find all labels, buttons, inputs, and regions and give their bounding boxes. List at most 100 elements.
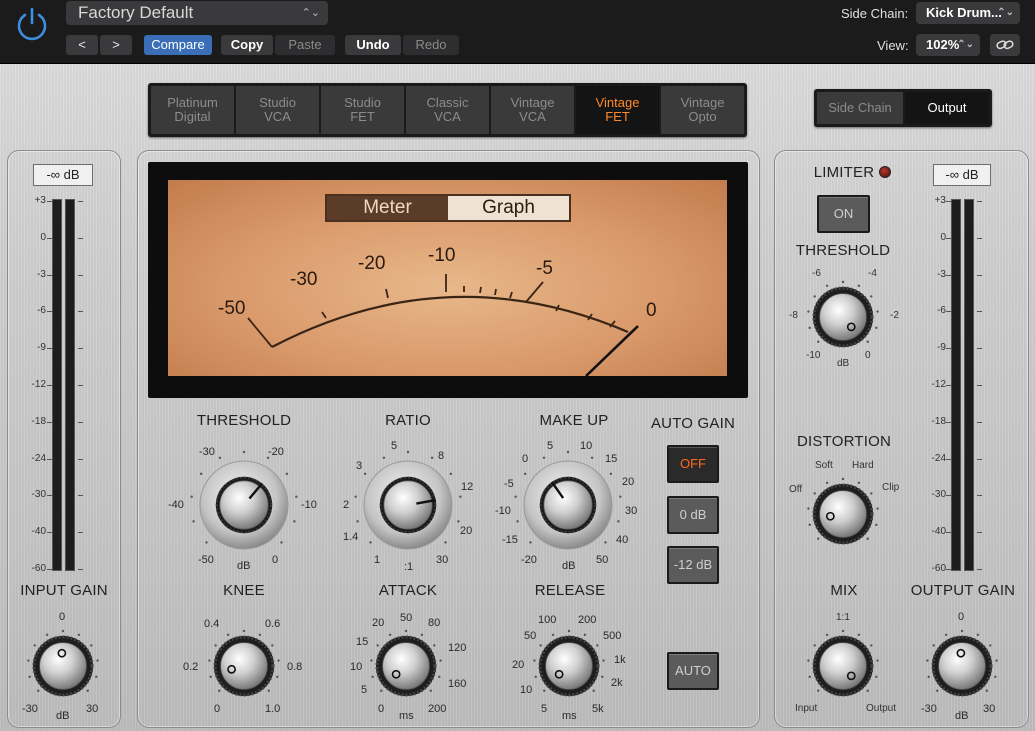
auto-gain-off-button[interactable]: OFF xyxy=(667,445,719,483)
output-meter-scale-tick xyxy=(977,421,982,423)
output-meter-scale-tick xyxy=(977,348,982,350)
auto-gain-minus12-button[interactable]: -12 dB xyxy=(667,546,719,584)
output-gain-knob[interactable] xyxy=(924,628,1000,704)
meter-mode-button[interactable]: Meter xyxy=(327,196,448,220)
threshold-knob[interactable] xyxy=(188,449,300,561)
input-meter-scale-tick xyxy=(78,274,83,276)
knob-tick-label: -6 xyxy=(812,268,821,279)
output-meter-scale-label: -24 xyxy=(931,452,946,464)
output-level-readout: -∞ dB xyxy=(933,164,991,186)
knob-tick-label: ms xyxy=(562,710,577,722)
knob-tick-label: -8 xyxy=(789,310,798,321)
vu-scale-label: -10 xyxy=(428,245,456,266)
output-meter-scale-label: +3 xyxy=(934,195,946,206)
input-meter-scale-tick xyxy=(78,458,83,460)
input-meter-scale-tick xyxy=(78,237,83,239)
knob-tick-label: -10 xyxy=(301,499,317,511)
chevron-updown-icon: ⌃⌄ xyxy=(997,7,1014,18)
knob-tick-label: 10 xyxy=(350,661,363,673)
knob-tick-label: Soft xyxy=(815,460,833,471)
meter-source-output[interactable]: Output xyxy=(905,92,989,124)
circuit-type-vintage-fet[interactable]: Vintage FET xyxy=(576,86,659,134)
limiter-led xyxy=(879,166,891,178)
circuit-type-studio-fet[interactable]: Studio FET xyxy=(321,86,404,134)
distortion-knob[interactable] xyxy=(805,476,881,552)
undo-button[interactable]: Undo xyxy=(345,35,401,55)
graph-mode-button[interactable]: Graph xyxy=(448,196,569,220)
output-gain-label: OUTPUT GAIN xyxy=(910,582,1016,599)
chevron-updown-icon: ⌃⌄ xyxy=(301,7,320,19)
output-meter-scale-tick xyxy=(977,495,982,497)
knob-tick-label: Output xyxy=(866,703,897,714)
output-meter-scale-tick xyxy=(977,237,982,239)
knob-tick-label: 50 xyxy=(400,612,413,624)
input-meter-left xyxy=(52,199,62,571)
link-button[interactable] xyxy=(990,34,1020,56)
output-meter-scale-label: -18 xyxy=(931,415,946,427)
output-meter-scale-tick xyxy=(977,201,982,202)
knob-tick-label: 1k xyxy=(614,654,626,666)
circuit-type-vintage-opto[interactable]: Vintage Opto xyxy=(661,86,744,134)
knee-knob[interactable] xyxy=(206,628,282,704)
knob-tick-label: 0 xyxy=(214,703,221,715)
previous-preset-button[interactable]: < xyxy=(66,35,98,55)
meter-source-side-chain[interactable]: Side Chain xyxy=(817,92,903,124)
side-chain-value: Kick Drum... xyxy=(926,5,1002,20)
knob-tick-label: 20 xyxy=(512,659,525,671)
release-knob[interactable] xyxy=(531,628,607,704)
knob-tick-label: 1.0 xyxy=(265,703,281,715)
input-meter-scale-tick xyxy=(78,201,83,202)
limiter-threshold-knob[interactable] xyxy=(805,279,881,355)
ratio-knob[interactable] xyxy=(352,449,464,561)
meter-graph-toggle: Meter Graph xyxy=(325,194,571,222)
limiter-on-button[interactable]: ON xyxy=(817,195,870,233)
view-zoom-select[interactable]: 102% ⌃⌄ xyxy=(916,34,980,56)
auto-release-button[interactable]: AUTO xyxy=(667,652,719,690)
compare-button[interactable]: Compare xyxy=(144,35,212,55)
knob-tick-label: -10 xyxy=(495,505,511,517)
input-gain-knob[interactable] xyxy=(25,628,101,704)
next-preset-button[interactable]: > xyxy=(100,35,132,55)
input-meter-scale-tick xyxy=(78,569,83,570)
copy-button[interactable]: Copy xyxy=(221,35,273,55)
knob-graphic xyxy=(354,450,462,550)
knee-label: KNEE xyxy=(223,582,265,599)
attack-knob[interactable] xyxy=(368,628,444,704)
input-meter-scale-label: -9 xyxy=(37,342,46,354)
output-meter-scale-label: -3 xyxy=(937,268,946,280)
preset-menu[interactable]: Factory Default ⌃⌄ xyxy=(66,1,328,25)
output-meter-scale-label: -30 xyxy=(931,489,946,501)
input-meter-scale-tick xyxy=(78,348,83,350)
circuit-type-platinum-digital[interactable]: Platinum Digital xyxy=(151,86,234,134)
vu-scale-label: -20 xyxy=(358,253,386,274)
output-meter-scale-tick xyxy=(977,385,982,386)
circuit-type-vintage-vca[interactable]: Vintage VCA xyxy=(491,86,574,134)
circuit-type-studio-vca[interactable]: Studio VCA xyxy=(236,86,319,134)
knob-tick-label: 2k xyxy=(611,677,623,689)
input-meter-right xyxy=(65,199,75,571)
input-meter-scale-label: -24 xyxy=(31,452,46,464)
vu-scale-label: -50 xyxy=(218,298,246,319)
knob-graphic xyxy=(514,450,622,550)
input-gain-tick-right: 30 xyxy=(86,703,99,715)
circuit-type-classic-vca[interactable]: Classic VCA xyxy=(406,86,489,134)
redo-button[interactable]: Redo xyxy=(403,35,459,55)
input-gain-tick-unit: dB xyxy=(56,710,70,722)
input-meter-scale-label: -40 xyxy=(31,526,46,538)
side-chain-select[interactable]: Kick Drum... ⌃⌄ xyxy=(916,2,1020,24)
make-up-knob[interactable] xyxy=(512,449,624,561)
mix-knob[interactable] xyxy=(805,628,881,704)
output-meter-scale-tick xyxy=(977,458,982,460)
input-meter-scale-label: -6 xyxy=(37,305,46,317)
auto-gain-0db-button[interactable]: 0 dB xyxy=(667,496,719,534)
output-gain-tick-unit: dB xyxy=(955,710,969,722)
knob-tick-label: 0 xyxy=(378,703,385,715)
output-gain-tick-top: 0 xyxy=(958,611,965,623)
paste-button[interactable]: Paste xyxy=(275,35,335,55)
output-meter-right xyxy=(964,199,974,571)
distortion-label: DISTORTION xyxy=(797,433,891,450)
output-meter-scale-label: -12 xyxy=(931,379,946,390)
power-icon[interactable] xyxy=(14,6,50,42)
ratio-label: RATIO xyxy=(385,412,431,429)
knob-tick-label: -2 xyxy=(890,310,899,321)
